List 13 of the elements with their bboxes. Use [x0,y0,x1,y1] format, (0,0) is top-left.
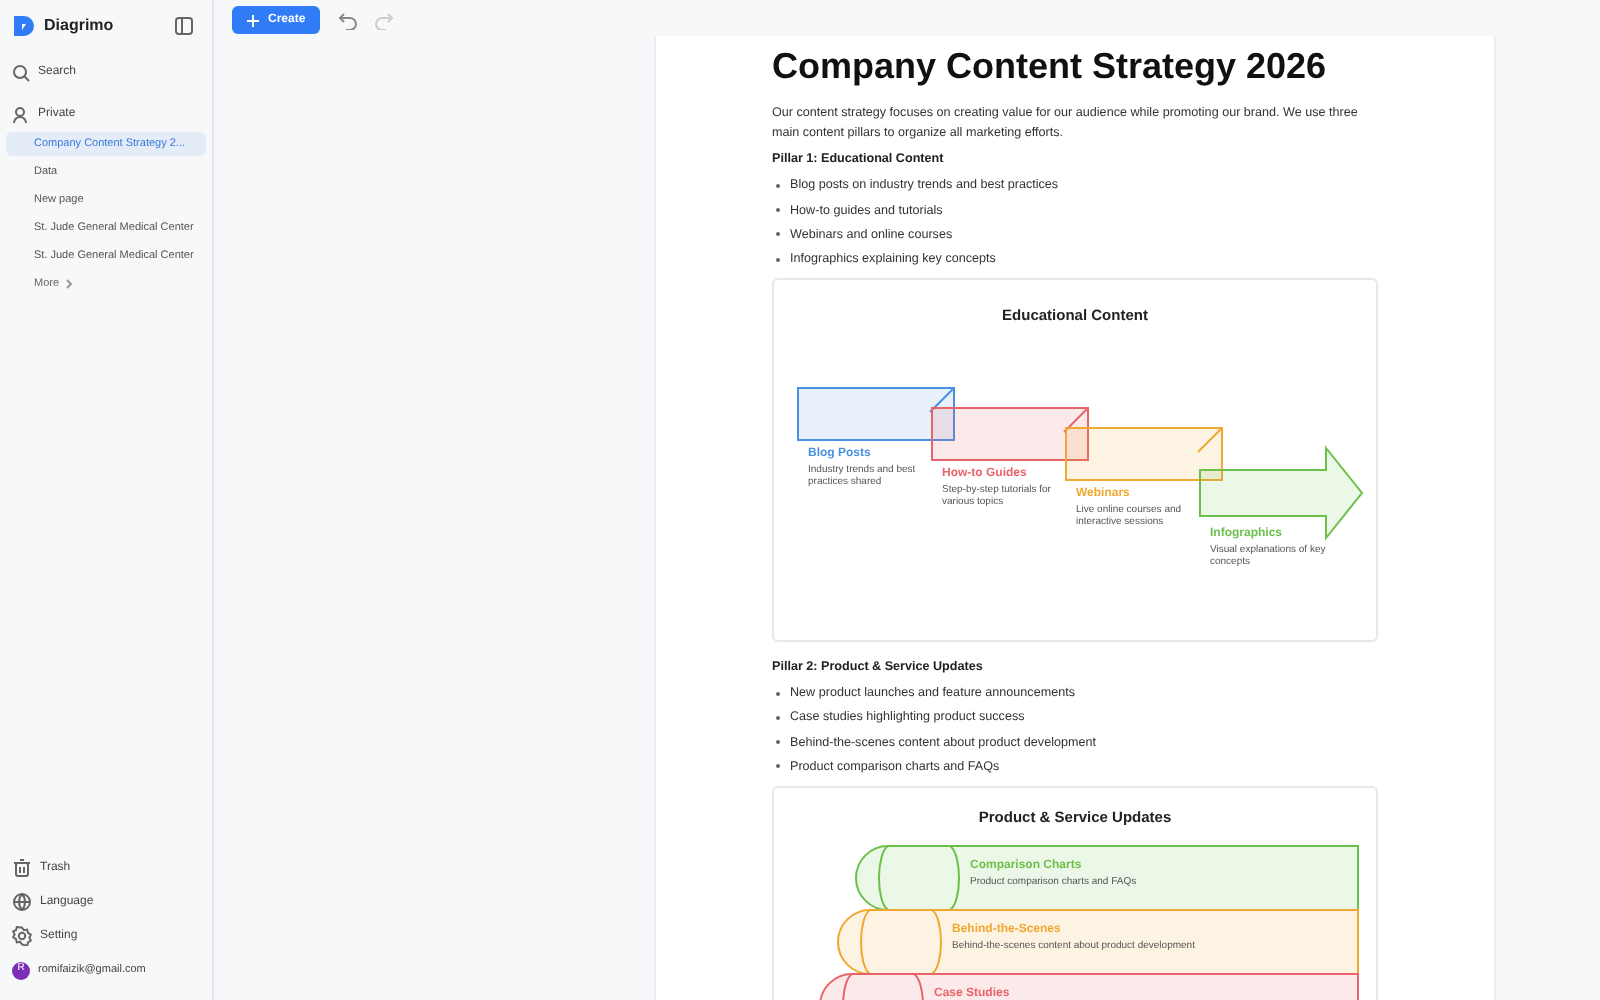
chevron-right-icon [63,278,74,290]
redo-icon [373,11,394,29]
plus-icon [246,13,260,27]
trash-icon [12,858,32,878]
sidebar-toggle-icon [174,16,194,36]
search-icon [12,63,30,81]
setting-icon [12,926,32,946]
language-icon [12,892,32,912]
person-icon [12,105,30,123]
document-title: Company Content Strategy 2026 [772,44,1329,88]
undo-icon [337,11,358,29]
app-name: Diagrimo [44,14,116,38]
logo-icon [12,14,36,38]
